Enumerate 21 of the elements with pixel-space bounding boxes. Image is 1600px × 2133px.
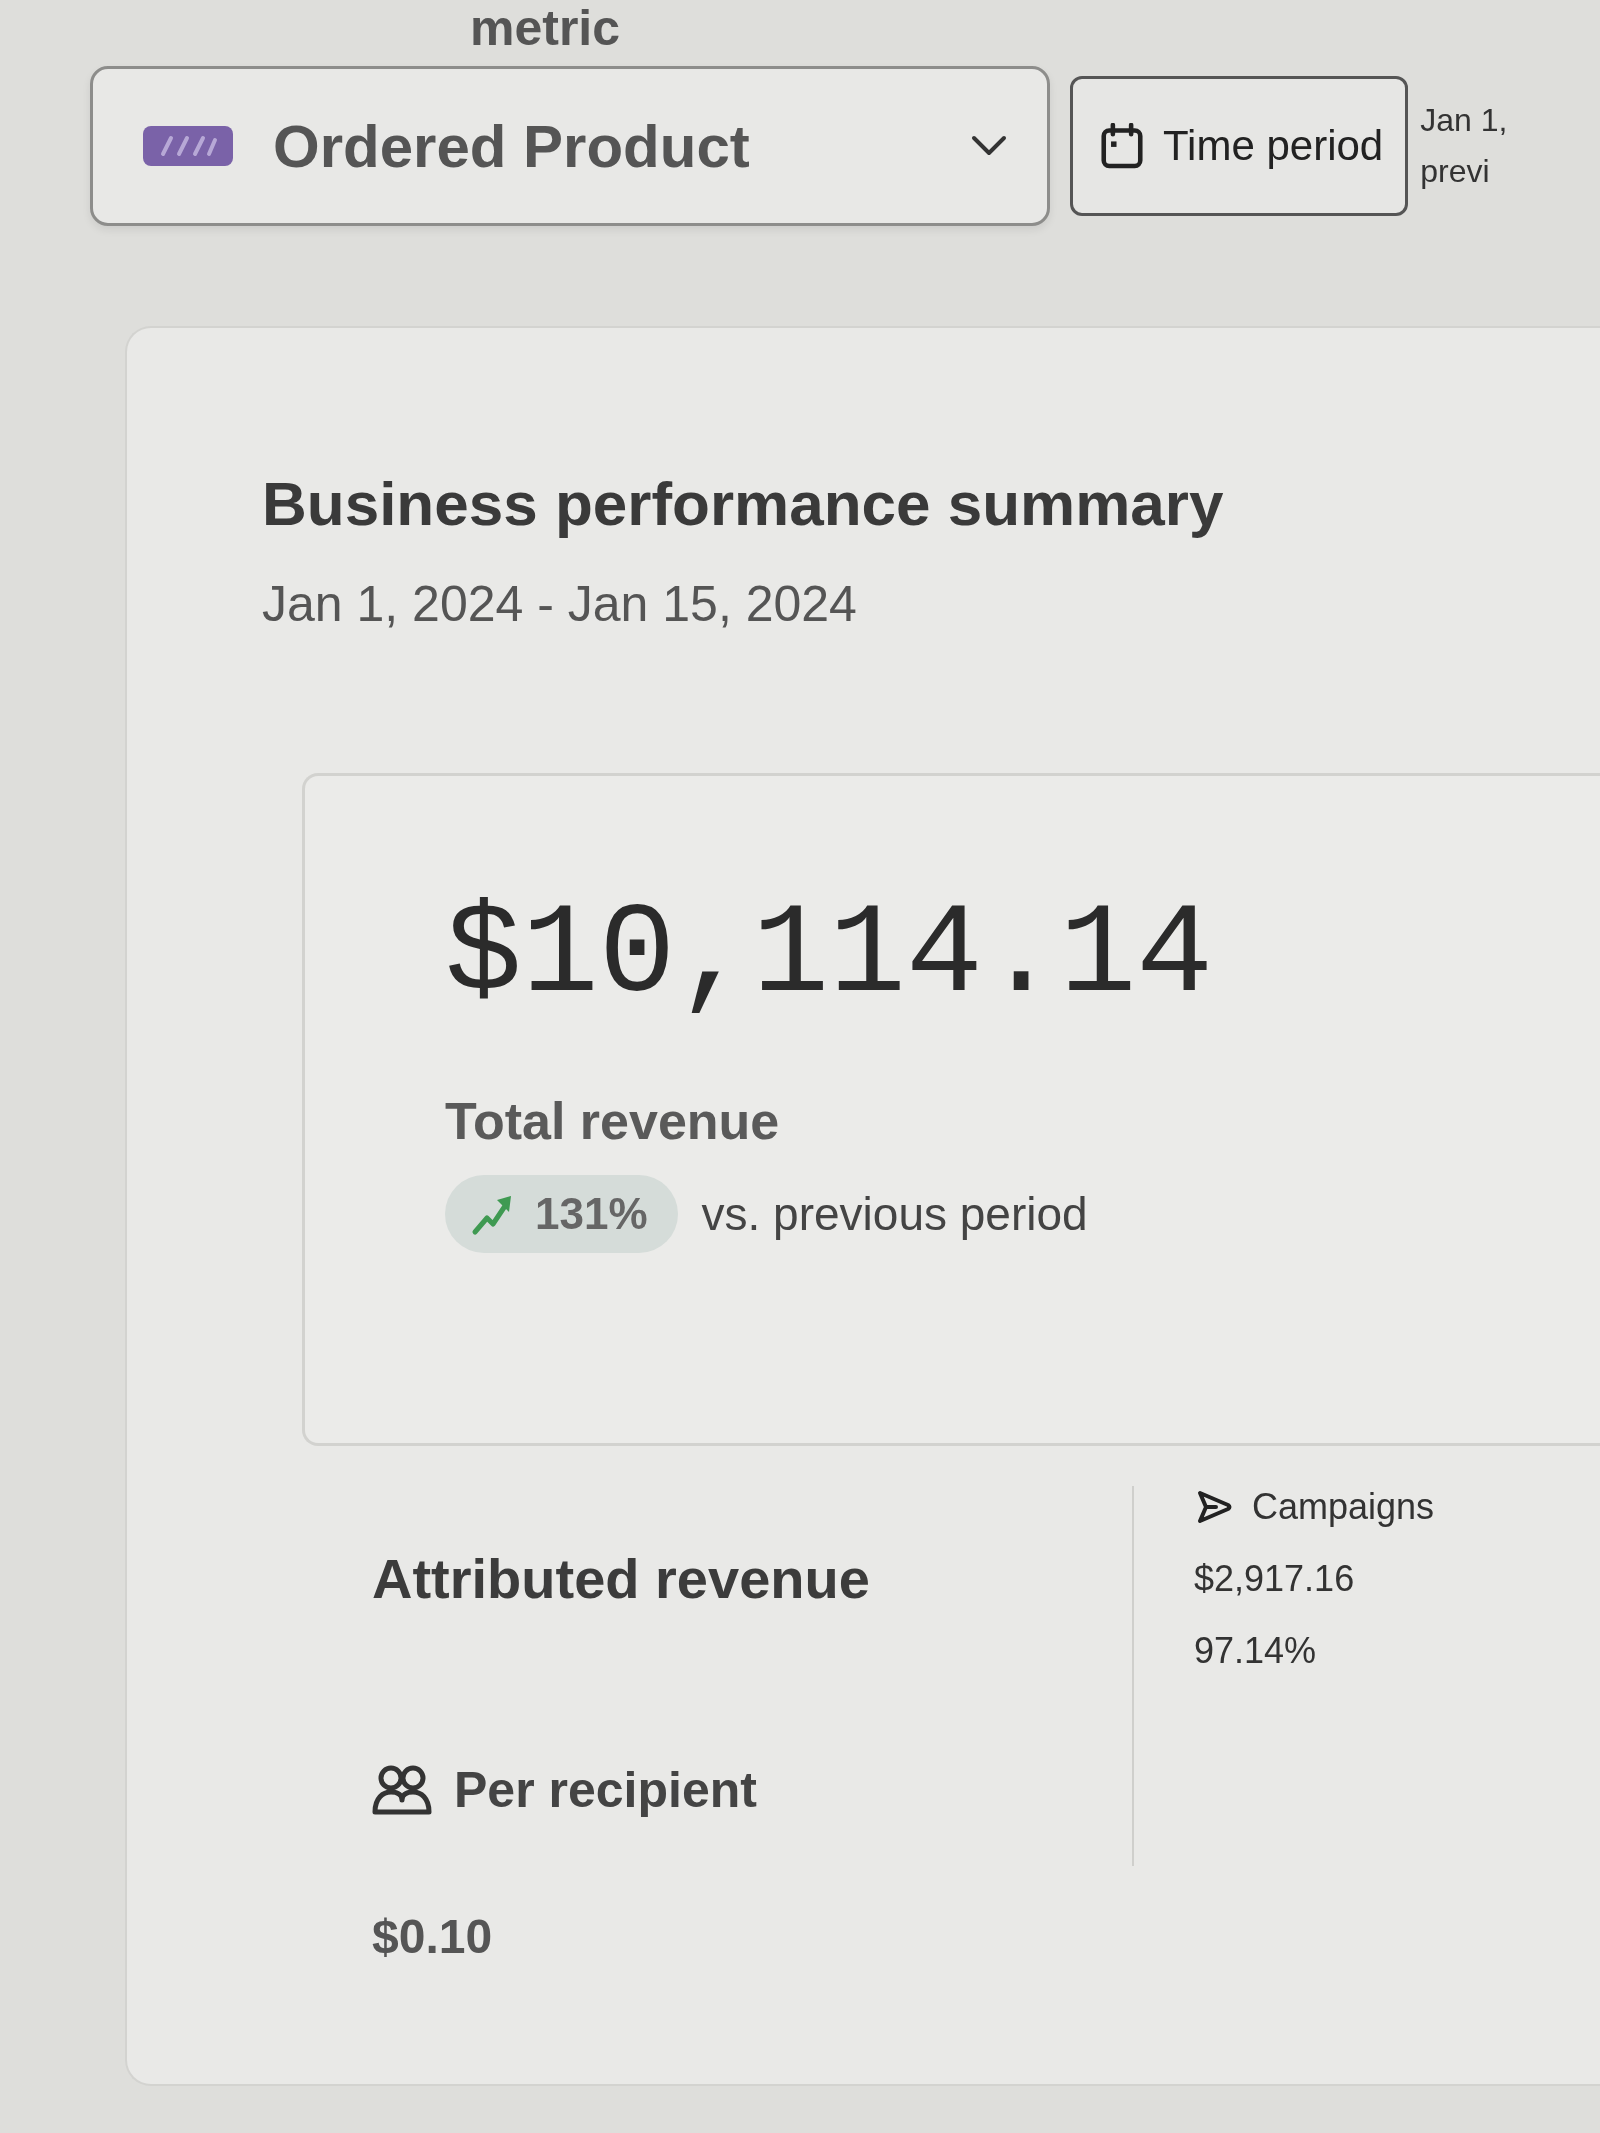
metric-badge-icon bbox=[143, 126, 233, 166]
comparison-text: previ bbox=[1420, 153, 1491, 190]
field-label: metric bbox=[470, 0, 621, 56]
metric-label: Total revenue bbox=[445, 1090, 780, 1151]
section-title: Attributed revenue bbox=[372, 1545, 870, 1611]
card-title: Business performance summary bbox=[262, 468, 1224, 539]
metric-label: Per recipient bbox=[454, 1760, 757, 1819]
metric-dropdown[interactable]: Ordered Product bbox=[90, 66, 1050, 226]
date-range-text: Jan 1, 2024 - Jan 15, 2024 bbox=[262, 575, 857, 633]
metric-value: $2,917.16 bbox=[1194, 1557, 1355, 1600]
comparison-text: vs. previous period bbox=[701, 1186, 1088, 1241]
chevron-down-icon bbox=[971, 135, 1007, 157]
revenue-value: $10,114.14 bbox=[445, 886, 1214, 1027]
metric-label: Campaigns bbox=[1252, 1485, 1435, 1528]
date-range-text: Jan 1, bbox=[1420, 102, 1508, 139]
people-icon bbox=[372, 1763, 432, 1816]
change-badge: 131% bbox=[445, 1174, 678, 1253]
metric-value: $0.10 bbox=[372, 1908, 493, 1964]
calendar-icon bbox=[1101, 123, 1143, 169]
time-period-button[interactable]: Time period bbox=[1070, 76, 1409, 216]
percentage-value: 97.14% bbox=[1194, 1629, 1317, 1672]
